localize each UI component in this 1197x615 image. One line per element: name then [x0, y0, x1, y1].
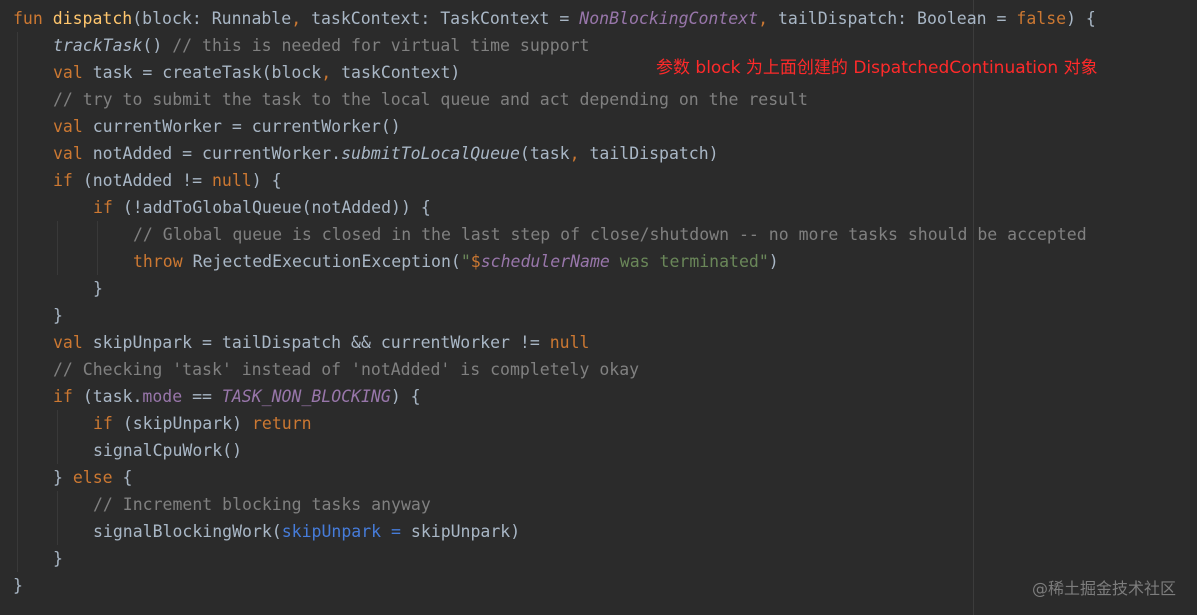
code-token: false — [1016, 9, 1067, 28]
code-token: signalBlockingWork( — [93, 522, 282, 541]
code-token: ) { — [251, 171, 282, 190]
code-token: tailDispatch) — [589, 144, 719, 163]
code-token: == — [182, 387, 222, 406]
code-line[interactable]: // Increment blocking tasks anyway — [13, 491, 1193, 518]
code-token: null — [549, 333, 590, 352]
code-line[interactable]: fun dispatch(block: Runnable, taskContex… — [13, 5, 1193, 32]
code-token: // try to submit the task to the local q… — [53, 90, 808, 109]
code-token: skipUnpark = tailDispatch && currentWork… — [92, 333, 550, 352]
code-token: val — [53, 117, 93, 136]
code-token: ) — [768, 252, 779, 271]
code-token: ) { — [390, 387, 421, 406]
code-token: task = createTask(block — [92, 63, 322, 82]
code-token: skipUnpark) — [410, 522, 521, 541]
code-token: dispatch — [52, 9, 133, 28]
code-line[interactable]: if (skipUnpark) return — [13, 410, 1193, 437]
code-line[interactable]: } — [13, 545, 1193, 572]
code-token: if — [93, 198, 123, 217]
code-line[interactable]: if (notAdded != null) { — [13, 167, 1193, 194]
annotation-note: 参数 block 为上面创建的 DispatchedContinuation 对… — [656, 58, 1098, 78]
code-token: } — [93, 279, 103, 298]
code-token: currentWorker = currentWorker() — [92, 117, 401, 136]
code-token: signalCpuWork() — [93, 441, 243, 460]
code-token: if — [53, 387, 83, 406]
code-line[interactable]: if (task.mode == TASK_NON_BLOCKING) { — [13, 383, 1193, 410]
code-token: // Increment blocking tasks anyway — [93, 495, 431, 514]
code-token: taskContext: TaskContext = — [311, 9, 580, 28]
code-token: (skipUnpark) — [122, 414, 252, 433]
code-token: val — [53, 333, 93, 352]
code-token: // this is needed for virtual time suppo… — [172, 36, 590, 55]
code-editor[interactable]: fun dispatch(block: Runnable, taskContex… — [0, 0, 1197, 615]
code-line[interactable]: } — [13, 275, 1193, 302]
code-token: , — [321, 63, 342, 82]
code-token: (block: Runnable — [132, 9, 292, 28]
code-line[interactable]: val currentWorker = currentWorker() — [13, 113, 1193, 140]
code-token: () — [142, 36, 173, 55]
code-token: // Global queue is closed in the last st… — [133, 225, 1087, 244]
code-token: (notAdded != — [82, 171, 212, 190]
code-token: return — [251, 414, 312, 433]
code-token: trackTask — [53, 36, 143, 55]
code-token: val — [53, 144, 93, 163]
code-token: ) { — [1066, 9, 1096, 28]
code-token: mode — [142, 387, 183, 406]
code-token: fun — [13, 9, 43, 28]
code-token: // Checking 'task' instead of 'notAdded'… — [53, 360, 640, 379]
code-token: was terminated" — [609, 252, 769, 271]
code-token: taskContext) — [341, 63, 461, 82]
code-line[interactable]: val skipUnpark = tailDispatch && current… — [13, 329, 1193, 356]
code-line[interactable]: } — [13, 302, 1193, 329]
code-line[interactable]: // try to submit the task to the local q… — [13, 86, 1193, 113]
code-token: null — [211, 171, 252, 190]
code-line[interactable]: } else { — [13, 464, 1193, 491]
code-token: RejectedExecutionException( — [192, 252, 461, 271]
code-token: throw — [133, 252, 193, 271]
code-token: (!addToGlobalQueue(notAdded)) { — [122, 198, 431, 217]
code-line[interactable]: } — [13, 572, 1193, 599]
code-line[interactable]: if (!addToGlobalQueue(notAdded)) { — [13, 194, 1193, 221]
code-line[interactable]: throw RejectedExecutionException("$sched… — [13, 248, 1193, 275]
code-token: } — [53, 549, 63, 568]
code-line[interactable]: signalBlockingWork(skipUnpark = skipUnpa… — [13, 518, 1193, 545]
code-token: skipUnpark = — [281, 522, 411, 541]
code-token: } — [53, 468, 73, 487]
code-token: if — [93, 414, 123, 433]
code-token: " — [460, 252, 471, 271]
code-token: tailDispatch: Boolean = — [777, 9, 1017, 28]
code-line[interactable]: // Checking 'task' instead of 'notAdded'… — [13, 356, 1193, 383]
watermark: @稀土掘金技术社区 — [1031, 579, 1176, 598]
code-token: TASK_NON_BLOCKING — [221, 387, 391, 406]
code-token: val — [53, 63, 93, 82]
code-token: , — [758, 9, 778, 28]
code-token: (task — [519, 144, 570, 163]
code-token: notAdded = currentWorker. — [92, 144, 342, 163]
code-token: (task. — [82, 387, 143, 406]
code-token: } — [13, 576, 23, 595]
code-token: NonBlockingContext — [579, 9, 759, 28]
code-token: , — [569, 144, 590, 163]
code-token: , — [291, 9, 312, 28]
code-token: { — [122, 468, 133, 487]
code-line[interactable]: // Global queue is closed in the last st… — [13, 221, 1193, 248]
code-token: if — [53, 171, 83, 190]
code-area[interactable]: fun dispatch(block: Runnable, taskContex… — [13, 5, 1193, 599]
code-token: else — [72, 468, 123, 487]
code-token: $ — [470, 252, 481, 271]
code-token: schedulerName — [480, 252, 610, 271]
code-token: submitToLocalQueue — [341, 144, 520, 163]
code-line[interactable]: signalCpuWork() — [13, 437, 1193, 464]
code-line[interactable]: val notAdded = currentWorker.submitToLoc… — [13, 140, 1193, 167]
code-token: } — [53, 306, 63, 325]
